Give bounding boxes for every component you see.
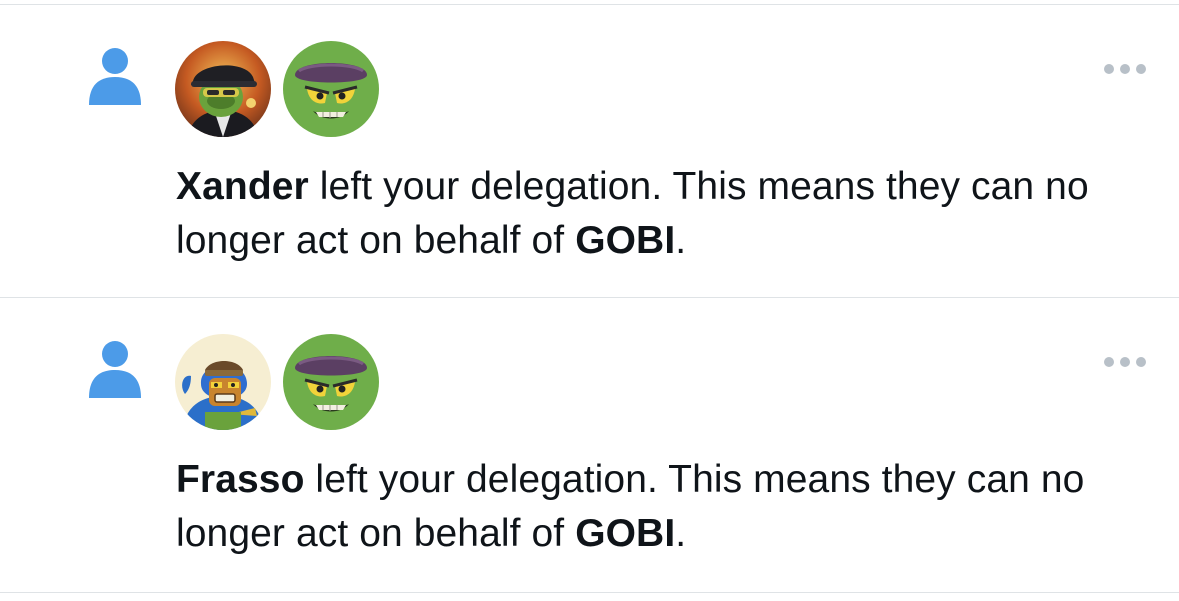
notification-item[interactable]: Frasso left your delegation. This means … (0, 298, 1179, 590)
account-name[interactable]: GOBI (575, 219, 675, 262)
more-icon[interactable] (1101, 61, 1149, 77)
person-icon (89, 48, 141, 105)
person-icon (89, 341, 141, 398)
message-end: . (675, 512, 687, 555)
notification-message: Xander left your delegation. This means … (176, 160, 1156, 268)
account-name[interactable]: GOBI (575, 512, 675, 555)
more-icon[interactable] (1101, 354, 1149, 370)
actor-avatar[interactable] (175, 41, 271, 137)
notification-message: Frasso left your delegation. This means … (176, 453, 1156, 561)
notification-item[interactable]: Xander left your delegation. This means … (0, 5, 1179, 297)
bottom-divider (0, 592, 1179, 593)
actor-name[interactable]: Xander (176, 165, 309, 208)
actor-name[interactable]: Frasso (176, 458, 305, 501)
actor-avatar[interactable] (175, 334, 271, 430)
gobi-avatar[interactable] (283, 41, 379, 137)
gobi-avatar[interactable] (283, 334, 379, 430)
message-end: . (675, 219, 687, 262)
